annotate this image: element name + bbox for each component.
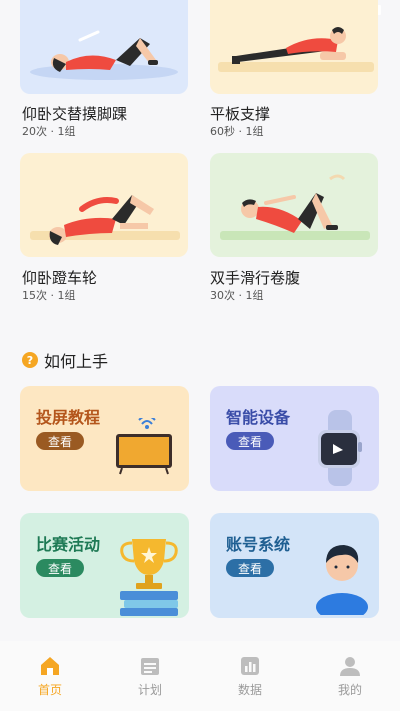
- tab-label: 计划: [137, 683, 162, 697]
- tab-home[interactable]: 首页: [0, 641, 100, 711]
- exercise-meta: 15次 · 1组: [22, 289, 76, 302]
- exercise-card-ankle-touch[interactable]: [20, 0, 188, 94]
- profile-icon: [340, 657, 360, 676]
- tab-plan[interactable]: 计划: [100, 641, 200, 711]
- exercise-illustration: [218, 27, 374, 72]
- help-icon: ?: [22, 352, 38, 368]
- tab-profile[interactable]: 我的: [300, 641, 400, 711]
- chart-icon: [241, 657, 259, 675]
- exercise-illustration: [220, 174, 370, 240]
- tab-label: 我的: [337, 683, 362, 697]
- bottom-tab-bar: 首页 计划 数据 我的: [0, 641, 400, 711]
- exercise-title: 仰卧蹬车轮: [22, 269, 98, 287]
- exercise-meta: 30次 · 1组: [210, 289, 264, 302]
- view-button[interactable]: 查看: [226, 559, 274, 577]
- guide-title: 比赛活动: [36, 535, 101, 554]
- exercise-illustration: [30, 195, 180, 245]
- section-title-getting-started: ? 如何上手: [22, 348, 108, 372]
- guide-card-smart-device[interactable]: 智能设备 查看: [210, 386, 379, 491]
- trophy-icon: [120, 539, 178, 616]
- guide-card-casting[interactable]: 投屏教程 查看: [20, 386, 189, 491]
- user-avatar-icon: [316, 545, 368, 615]
- exercise-meta: 60秒 · 1组: [210, 125, 264, 138]
- exercise-title: 平板支撑: [210, 105, 271, 123]
- tab-label: 首页: [37, 683, 62, 697]
- exercise-title: 仰卧交替摸脚踝: [22, 105, 128, 123]
- guide-title: 投屏教程: [36, 408, 101, 427]
- view-button[interactable]: 查看: [36, 559, 84, 577]
- exercise-title: 双手滑行卷腹: [210, 269, 301, 287]
- guide-title: 账号系统: [226, 535, 291, 554]
- guide-card-account[interactable]: 账号系统 查看: [210, 513, 379, 618]
- home-icon: [41, 657, 59, 675]
- exercise-card-slide-crunch[interactable]: [210, 153, 378, 257]
- tv-icon: [116, 418, 172, 475]
- guide-title: 智能设备: [226, 408, 291, 427]
- exercise-card-plank[interactable]: [210, 0, 378, 94]
- tab-label: 数据: [237, 683, 262, 697]
- exercise-meta: 20次 · 1组: [22, 125, 76, 138]
- smartwatch-icon: [318, 410, 362, 486]
- calendar-icon: [141, 658, 159, 675]
- view-button[interactable]: 查看: [36, 432, 84, 450]
- exercise-illustration: [30, 30, 178, 80]
- view-button[interactable]: 查看: [226, 432, 274, 450]
- section-title-text: 如何上手: [44, 352, 109, 371]
- guide-card-competition[interactable]: 比赛活动 查看: [20, 513, 189, 618]
- exercise-card-bicycle[interactable]: [20, 153, 188, 257]
- tab-data[interactable]: 数据: [200, 641, 300, 711]
